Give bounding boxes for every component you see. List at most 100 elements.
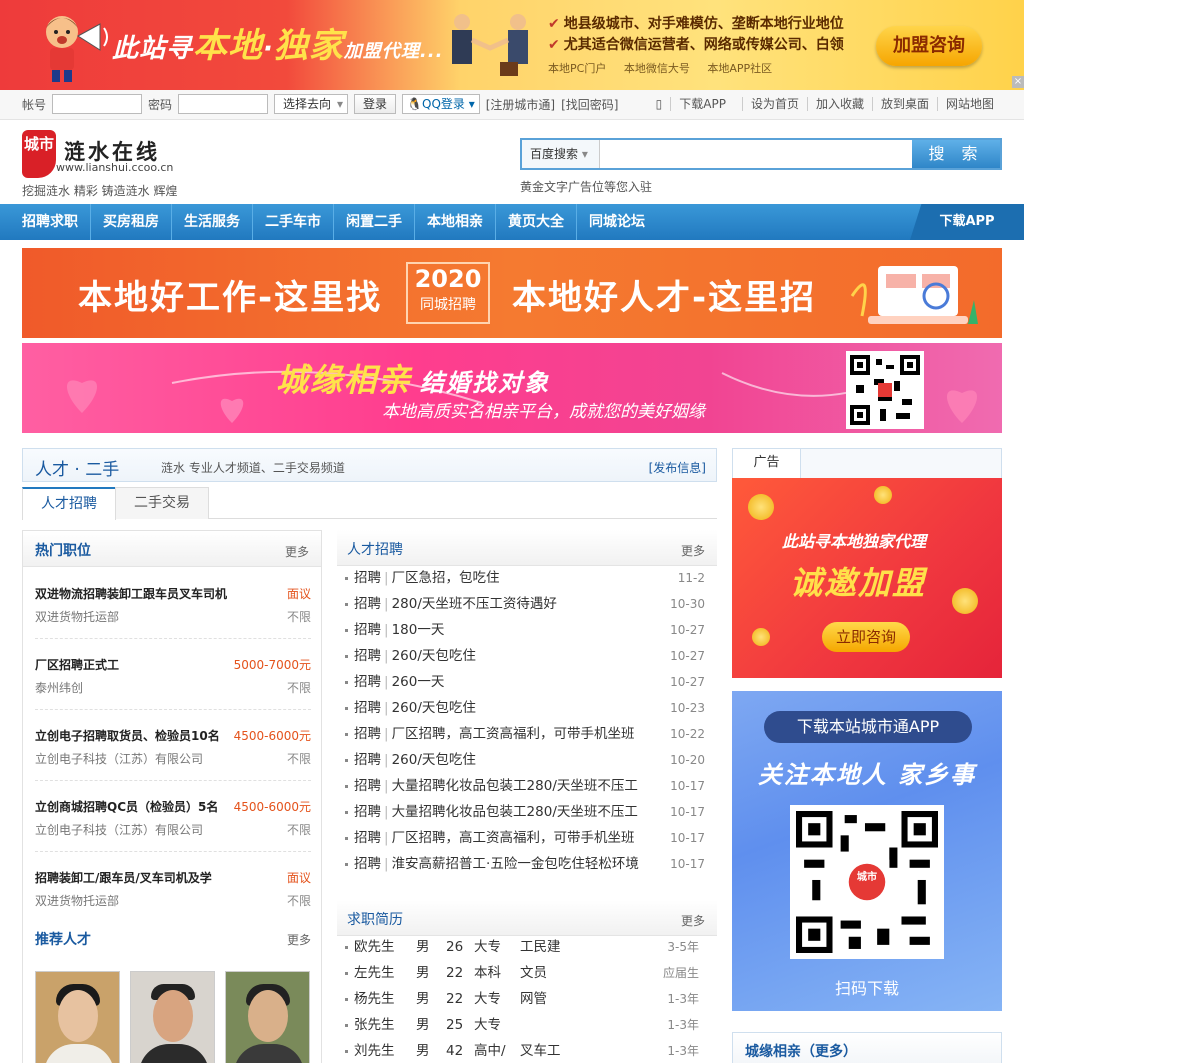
- nav-second-hand[interactable]: 闲置二手: [334, 204, 415, 240]
- nav-housing[interactable]: 买房租房: [91, 204, 172, 240]
- recruit-banner[interactable]: 本地好工作-这里找 2020 同城招聘 本地好人才-这里招: [22, 248, 1002, 338]
- franchise-ad-line2: 诚邀加盟: [790, 564, 927, 602]
- coin-icon: [748, 494, 774, 520]
- join-consult-button[interactable]: 加盟咨询: [876, 26, 982, 66]
- set-homepage-link[interactable]: 设为首页: [741, 97, 807, 111]
- nav-jobs[interactable]: 招聘求职: [10, 204, 91, 240]
- list-item[interactable]: 招聘 | 180一天 10-27: [345, 617, 709, 643]
- nav-download-app[interactable]: 下载APP: [910, 204, 1024, 240]
- list-item[interactable]: 招聘 | 大量招聘化妆品包装工280/天坐班不压工 10-17: [345, 773, 709, 799]
- list-item[interactable]: 招聘 | 280/天坐班不压工资待遇好 10-30: [345, 591, 709, 617]
- wechat-label: 本地微信大号: [623, 62, 690, 75]
- resume-row[interactable]: 刘先生男 42 高中/叉车工 1-3年: [345, 1038, 709, 1063]
- talent-photo[interactable]: [225, 971, 310, 1063]
- franchise-ad[interactable]: 此站寻本地独家代理 诚邀加盟 立即咨询: [732, 478, 1002, 678]
- talent-photos: [35, 971, 310, 1063]
- tab-second-hand[interactable]: 二手交易: [115, 487, 209, 519]
- site-logo[interactable]: 城市: [22, 130, 56, 178]
- list-item[interactable]: 招聘 | 260一天 10-27: [345, 669, 709, 695]
- list-item[interactable]: 招聘 | 大量招聘化妆品包装工280/天坐班不压工 10-17: [345, 799, 709, 825]
- resume-row[interactable]: 欧先生男 26 大专 工民建 3-5年: [345, 934, 709, 960]
- talent-more-link[interactable]: 更多: [287, 931, 311, 948]
- job-requirement: 不限: [286, 894, 311, 908]
- nav-dating[interactable]: 本地相亲: [415, 204, 496, 240]
- qr-code-icon: [846, 351, 924, 429]
- job-company[interactable]: 立创电子科技（江苏）有限公司: [35, 750, 203, 767]
- nav-yellow-pages[interactable]: 黄页大全: [496, 204, 577, 240]
- search-type-select[interactable]: 百度搜索 ▾: [522, 140, 600, 168]
- site-url: www.lianshui.ccoo.cn: [56, 161, 174, 174]
- recover-password-link[interactable]: [找回密码]: [561, 96, 618, 113]
- qr-logo-text: 城市: [857, 870, 877, 883]
- close-icon[interactable]: ×: [1012, 76, 1024, 88]
- job-item[interactable]: 招聘装卸工/跟车员/叉车司机及学 面议 双进货物托运部 不限: [35, 853, 311, 923]
- job-company[interactable]: 泰州纬创: [35, 679, 83, 696]
- password-label: 密码: [148, 97, 173, 112]
- search-input[interactable]: [600, 140, 912, 168]
- job-title[interactable]: 立创商城招聘QC员（检验员）5名: [35, 798, 231, 815]
- job-item[interactable]: 双进物流招聘装卸工跟车员叉车司机 面议 双进货物托运部 不限: [35, 569, 311, 639]
- recruit-more-link[interactable]: 更多: [681, 542, 705, 559]
- resume-row[interactable]: 张先生男 25 大专 1-3年: [345, 1012, 709, 1038]
- nav-forum[interactable]: 同城论坛: [577, 204, 657, 240]
- desktop-shortcut-link[interactable]: 放到桌面: [871, 97, 937, 111]
- job-company[interactable]: 双进货物托运部: [35, 892, 119, 909]
- resume-row[interactable]: 杨先生男 22 大专 网管 1-3年: [345, 986, 709, 1012]
- account-input[interactable]: [52, 94, 143, 114]
- talent-secondhand-header: 人才 · 二手 涟水 专业人才频道、二手交易频道 [发布信息]: [22, 448, 717, 482]
- hot-jobs-panel: 热门职位 更多 双进物流招聘装卸工跟车员叉车司机 面议 双进货物托运部 不限 厂…: [22, 530, 322, 1063]
- sitemap-link[interactable]: 网站地图: [936, 97, 1002, 111]
- search-button[interactable]: 搜 索: [912, 140, 1000, 168]
- nav-services[interactable]: 生活服务: [172, 204, 253, 240]
- password-input[interactable]: [178, 94, 269, 114]
- dating-banner[interactable]: 城缘相亲 结婚找对象 本地高质实名相亲平台，成就您的美好姻缘: [22, 343, 1002, 433]
- job-title[interactable]: 双进物流招聘装卸工跟车员叉车司机: [35, 585, 231, 602]
- add-favorite-link[interactable]: 加入收藏: [806, 97, 872, 111]
- job-salary: 面议: [286, 871, 311, 885]
- tab-recruitment[interactable]: 人才招聘: [22, 487, 116, 520]
- job-title[interactable]: 招聘装卸工/跟车员/叉车司机及学: [35, 869, 231, 886]
- tab-ad[interactable]: 广告: [733, 449, 801, 479]
- job-item[interactable]: 立创商城招聘QC员（检验员）5名 4500-6000元 立创电子科技（江苏）有限…: [35, 782, 311, 852]
- list-item[interactable]: 招聘 | 厂区急招，包吃住 11-2: [345, 565, 709, 591]
- list-item[interactable]: 招聘 | 厂区招聘，高工资高福利，可带手机坐班 10-17: [345, 825, 709, 851]
- dating-section-header[interactable]: 城缘相亲（更多）: [732, 1032, 1002, 1063]
- login-button[interactable]: 登录: [354, 94, 397, 114]
- job-item[interactable]: 立创电子招聘取货员、检验员10名 4500-6000元 立创电子科技（江苏）有限…: [35, 711, 311, 781]
- nav-used-cars[interactable]: 二手车市: [253, 204, 334, 240]
- app-download-pill: 下载本站城市通APP: [764, 711, 972, 743]
- text-ad-slot[interactable]: 黄金文字广告位等您入驻: [520, 178, 652, 195]
- job-company[interactable]: 立创电子科技（江苏）有限公司: [35, 821, 203, 838]
- qq-login-button[interactable]: 🐧QQ登录 ▾: [402, 94, 480, 114]
- main-nav: 招聘求职 买房租房 生活服务 二手车市 闲置二手 本地相亲 黄页大全 同城论坛 …: [0, 204, 1024, 240]
- talent-photo[interactable]: [35, 971, 120, 1063]
- dating-section-title[interactable]: 城缘相亲（更多）: [745, 1041, 857, 1061]
- post-info-link[interactable]: [发布信息]: [649, 459, 706, 476]
- app-download-ad[interactable]: 下载本站城市通APP 关注本地人 家乡事 城市 扫码下载: [732, 691, 1002, 1011]
- resume-row[interactable]: 左先生男 22 本科 文员 应届生: [345, 960, 709, 986]
- hot-jobs-more-link[interactable]: 更多: [285, 543, 309, 560]
- resume-more-link[interactable]: 更多: [681, 912, 705, 929]
- list-item[interactable]: 招聘 | 260/天包吃住 10-27: [345, 643, 709, 669]
- talent-photo[interactable]: [130, 971, 215, 1063]
- consult-now-button[interactable]: 立即咨询: [822, 622, 910, 652]
- list-item[interactable]: 招聘 | 厂区招聘，高工资高福利，可带手机坐班 10-22: [345, 721, 709, 747]
- laptop-illustration-icon: [850, 266, 978, 324]
- list-item[interactable]: 招聘 | 260/天包吃住 10-20: [345, 747, 709, 773]
- destination-select[interactable]: 选择去向: [274, 94, 349, 114]
- list-item[interactable]: 招聘 | 淮安高薪招普工·五险一金包吃住轻松环境 10-17: [345, 851, 709, 877]
- download-app-link[interactable]: ▯ 下载APP: [640, 97, 742, 111]
- job-salary: 5000-7000元: [233, 658, 311, 672]
- list-item[interactable]: 招聘 | 260/天包吃住 10-23: [345, 695, 709, 721]
- section-description: 涟水 专业人才频道、二手交易频道: [161, 461, 345, 475]
- job-company[interactable]: 双进货物托运部: [35, 608, 119, 625]
- mascot-megaphone-icon: [46, 16, 108, 82]
- job-title[interactable]: 立创电子招聘取货员、检验员10名: [35, 727, 231, 744]
- job-requirement: 不限: [286, 823, 311, 837]
- top-ad-banner[interactable]: 此站寻本地·独家加盟代理... ✔ 地县级城市、对手难模仿、垄断本地行业地位 ✔ 尤…: [0, 0, 1024, 90]
- search-box: 百度搜索 ▾ 搜 索: [520, 138, 1002, 170]
- job-item[interactable]: 厂区招聘正式工 5000-7000元 泰州纬创 不限: [35, 640, 311, 710]
- register-link[interactable]: [注册城市通]: [486, 96, 555, 113]
- ad-tabbar: 广告: [732, 448, 1002, 479]
- job-title[interactable]: 厂区招聘正式工: [35, 656, 231, 673]
